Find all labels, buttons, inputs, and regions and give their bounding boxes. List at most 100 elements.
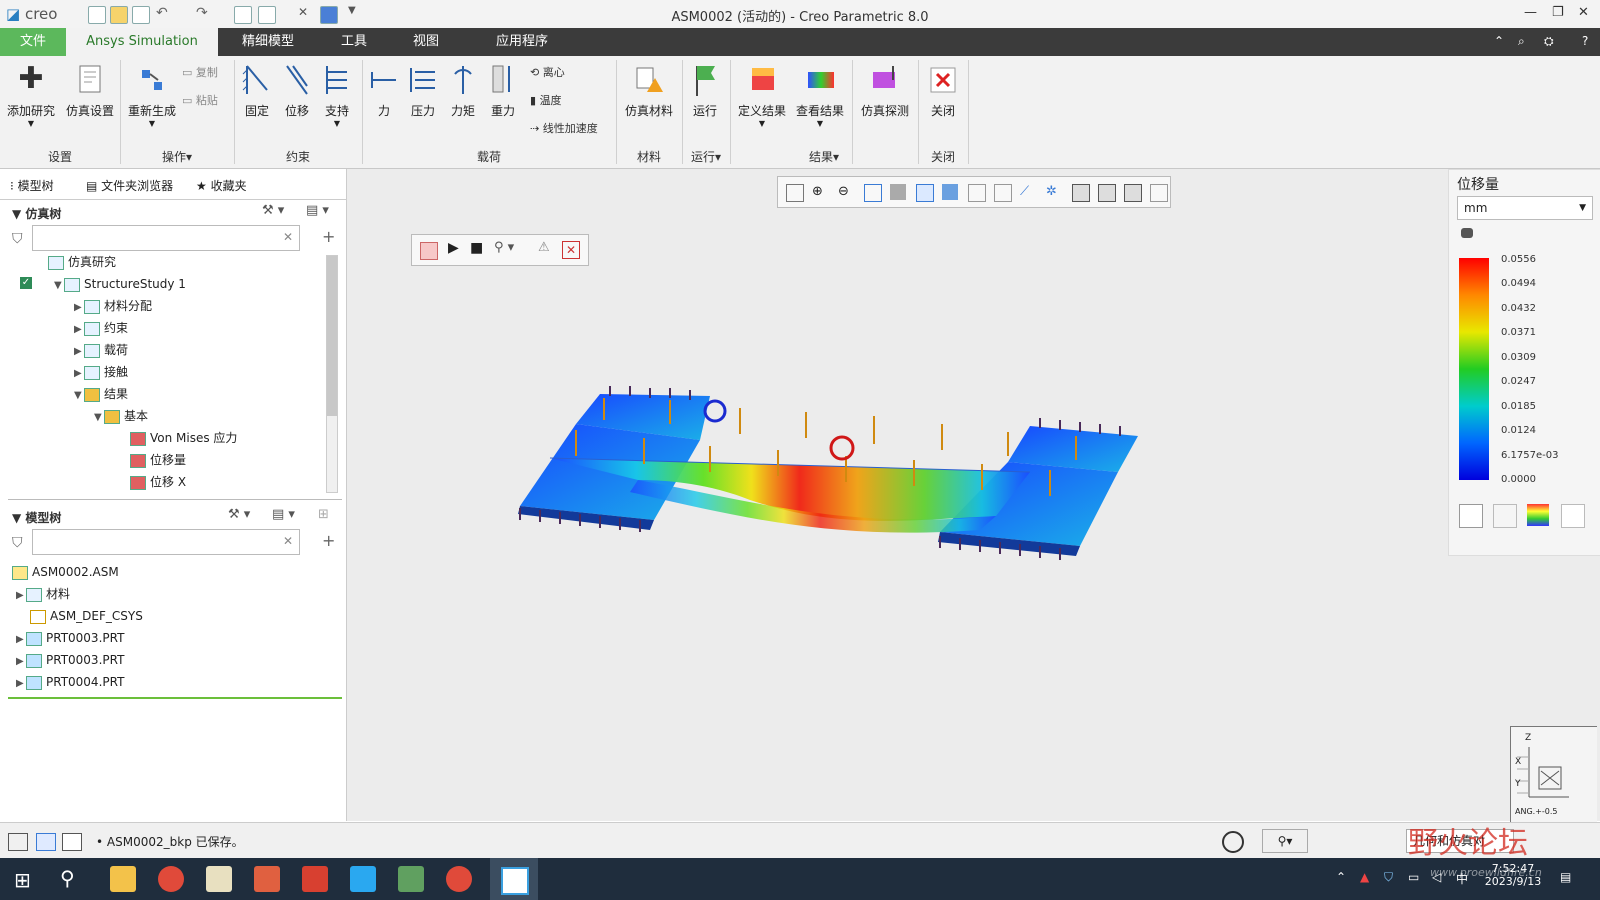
model-tree-search-input[interactable]: ✕ [32, 529, 300, 555]
sim-tree-header[interactable]: ▼ 仿真树 [12, 205, 61, 222]
minimize-icon[interactable]: — [1524, 5, 1537, 20]
sim-material-button[interactable]: 仿真材料 [620, 62, 678, 119]
tab-favorites[interactable]: ★ 收藏夹 [196, 177, 247, 194]
tab-folder-browser[interactable]: ▤ 文件夹浏览器 [86, 177, 173, 194]
tray-shield-icon[interactable]: ⛉ [1384, 870, 1393, 885]
tree-item-sim-study-root[interactable]: 仿真研究 [48, 251, 116, 273]
windows-start-icon[interactable]: ⊞ [14, 868, 31, 892]
help-icon[interactable]: ? [1582, 34, 1588, 48]
tree-item-von-mises[interactable]: Von Mises 应力 [130, 427, 237, 449]
refit-icon[interactable] [786, 184, 804, 202]
group-results-label[interactable]: 结果▾ [730, 148, 918, 165]
sim-tree-search-input[interactable]: ✕ [32, 225, 300, 251]
datum-display-icon[interactable]: ✲ [1046, 184, 1062, 200]
view-manager-icon[interactable] [968, 184, 986, 202]
force-button[interactable]: 力 [366, 62, 402, 119]
tree-item-contacts[interactable]: ▶ 接触 [74, 361, 128, 383]
run-button[interactable]: 运行 [686, 62, 724, 119]
study-checkbox[interactable]: ✓ [20, 277, 32, 289]
zoom-in-icon[interactable]: ⊕ [812, 184, 828, 200]
define-result-button[interactable]: 定义结果 ▼ [734, 62, 790, 128]
presentation-icon[interactable] [254, 866, 280, 892]
support-button[interactable]: 支持 ▼ [318, 62, 356, 128]
tree-item-structure-study[interactable]: ▼ StructureStudy 1 [54, 273, 186, 295]
add-filter-icon[interactable]: + [322, 227, 335, 246]
section-icon[interactable]: ⟋ [1020, 184, 1036, 200]
search-icon[interactable]: ⌕ [1518, 34, 1525, 49]
probe-marker-red[interactable] [829, 435, 855, 461]
tray-app-icon[interactable]: ▲ [1360, 870, 1369, 884]
creo-taskbar-button[interactable] [490, 858, 538, 900]
view-result-button[interactable]: 查看结果 ▼ [792, 62, 848, 128]
tab-file[interactable]: 文件 [0, 28, 66, 56]
paste-button[interactable]: ▭ 粘贴 [182, 92, 218, 108]
clear-search-icon[interactable]: ✕ [283, 230, 293, 244]
sim-display-icon[interactable] [1098, 184, 1116, 202]
pressure-button[interactable]: 压力 [404, 62, 442, 119]
tree-item-material-assign[interactable]: ▶ 材料分配 [74, 295, 152, 317]
find-icon[interactable]: ⚲▾ [1262, 829, 1308, 853]
sim-tree-scrollbar[interactable] [326, 255, 338, 493]
community-icon[interactable]: ⛭ [1544, 34, 1554, 49]
regen-status-icon[interactable] [1222, 831, 1244, 853]
linear-accel-button[interactable]: ⇢ 线性加速度 [530, 120, 598, 136]
app-icon[interactable] [350, 866, 376, 892]
gravity-button[interactable]: 重力 [484, 62, 522, 119]
legend-report-icon[interactable] [1561, 504, 1585, 528]
chrome-icon[interactable] [158, 866, 184, 892]
legend-scale-icon[interactable] [1493, 504, 1517, 528]
spin-center-icon[interactable] [890, 184, 906, 200]
tab-tools[interactable]: 工具 [322, 28, 386, 56]
add-study-button[interactable]: ✚ 添加研究 ▼ [4, 62, 58, 129]
tree-item-asm[interactable]: ASM0002.ASM [12, 561, 119, 583]
add-filter-icon[interactable]: + [322, 531, 335, 550]
tree-item-loads[interactable]: ▶ 载荷 [74, 339, 128, 361]
close-sim-button[interactable]: 关闭 [924, 62, 962, 119]
tab-refine-model[interactable]: 精细模型 [228, 28, 308, 56]
play-icon[interactable]: ▶ [448, 240, 459, 256]
tree-item-csys[interactable]: ASM_DEF_CSYS [30, 605, 143, 627]
saved-views-icon[interactable] [916, 184, 934, 202]
browser-toggle-icon[interactable] [36, 833, 56, 851]
tree-item-part[interactable]: ▶ PRT0004.PRT [16, 671, 124, 693]
centrifugal-button[interactable]: ⟲ 离心 [530, 64, 565, 80]
display-style-icon[interactable] [942, 184, 958, 200]
group-operations-label[interactable]: 操作▾ [120, 148, 234, 165]
network-icon[interactable]: ▭ [1408, 870, 1419, 884]
notification-icon[interactable]: ▤ [1560, 870, 1571, 884]
close-icon[interactable]: ✕ [1578, 5, 1589, 20]
maximize-icon[interactable]: ❐ [1552, 5, 1564, 20]
zoom-out-icon[interactable]: ⊖ [838, 184, 854, 200]
moment-button[interactable]: 力矩 [444, 62, 482, 119]
clear-search-icon[interactable]: ✕ [283, 534, 293, 548]
displacement-button[interactable]: 位移 [278, 62, 316, 119]
annotation-display-icon[interactable] [1072, 184, 1090, 202]
probe-marker-blue[interactable] [703, 399, 727, 423]
load-display-icon[interactable] [1124, 184, 1142, 202]
fea-result-model[interactable] [510, 380, 1190, 600]
tray-chevron-icon[interactable]: ⌃ [1336, 870, 1346, 884]
regenerate-button[interactable]: 重新生成 ▼ [124, 62, 180, 128]
tab-applications[interactable]: 应用程序 [474, 28, 570, 56]
tree-item-displacement-x[interactable]: 位移 X [130, 471, 186, 493]
group-run-label[interactable]: 运行▾ [682, 148, 730, 165]
full-screen-icon[interactable] [62, 833, 82, 851]
model-tree-tools-icon[interactable]: ⚒ ▾ [228, 507, 250, 522]
fixed-button[interactable]: 固定 [238, 62, 276, 119]
close-animation-icon[interactable]: ✕ [562, 241, 580, 259]
legend-display-icon[interactable] [1459, 504, 1483, 528]
temperature-button[interactable]: ▮ 温度 [530, 92, 562, 108]
perspective-icon[interactable] [994, 184, 1012, 202]
notepad-icon[interactable] [206, 866, 232, 892]
repaint-icon[interactable] [864, 184, 882, 202]
mesh-display-icon[interactable] [1150, 184, 1168, 202]
tab-view[interactable]: 视图 [394, 28, 458, 56]
unit-select[interactable]: mm ▼ [1457, 196, 1593, 220]
stop-icon[interactable]: ■ [470, 240, 483, 256]
model-tree-header[interactable]: ▼ 模型树 [12, 509, 61, 526]
tree-item-basic[interactable]: ▼ 基本 [94, 405, 148, 427]
sim-probe-button[interactable]: 仿真探测 [856, 62, 914, 119]
taskbar-search-icon[interactable]: ⚲ [60, 866, 75, 890]
app-icon[interactable] [302, 866, 328, 892]
navigator-toggle-icon[interactable] [8, 833, 28, 851]
